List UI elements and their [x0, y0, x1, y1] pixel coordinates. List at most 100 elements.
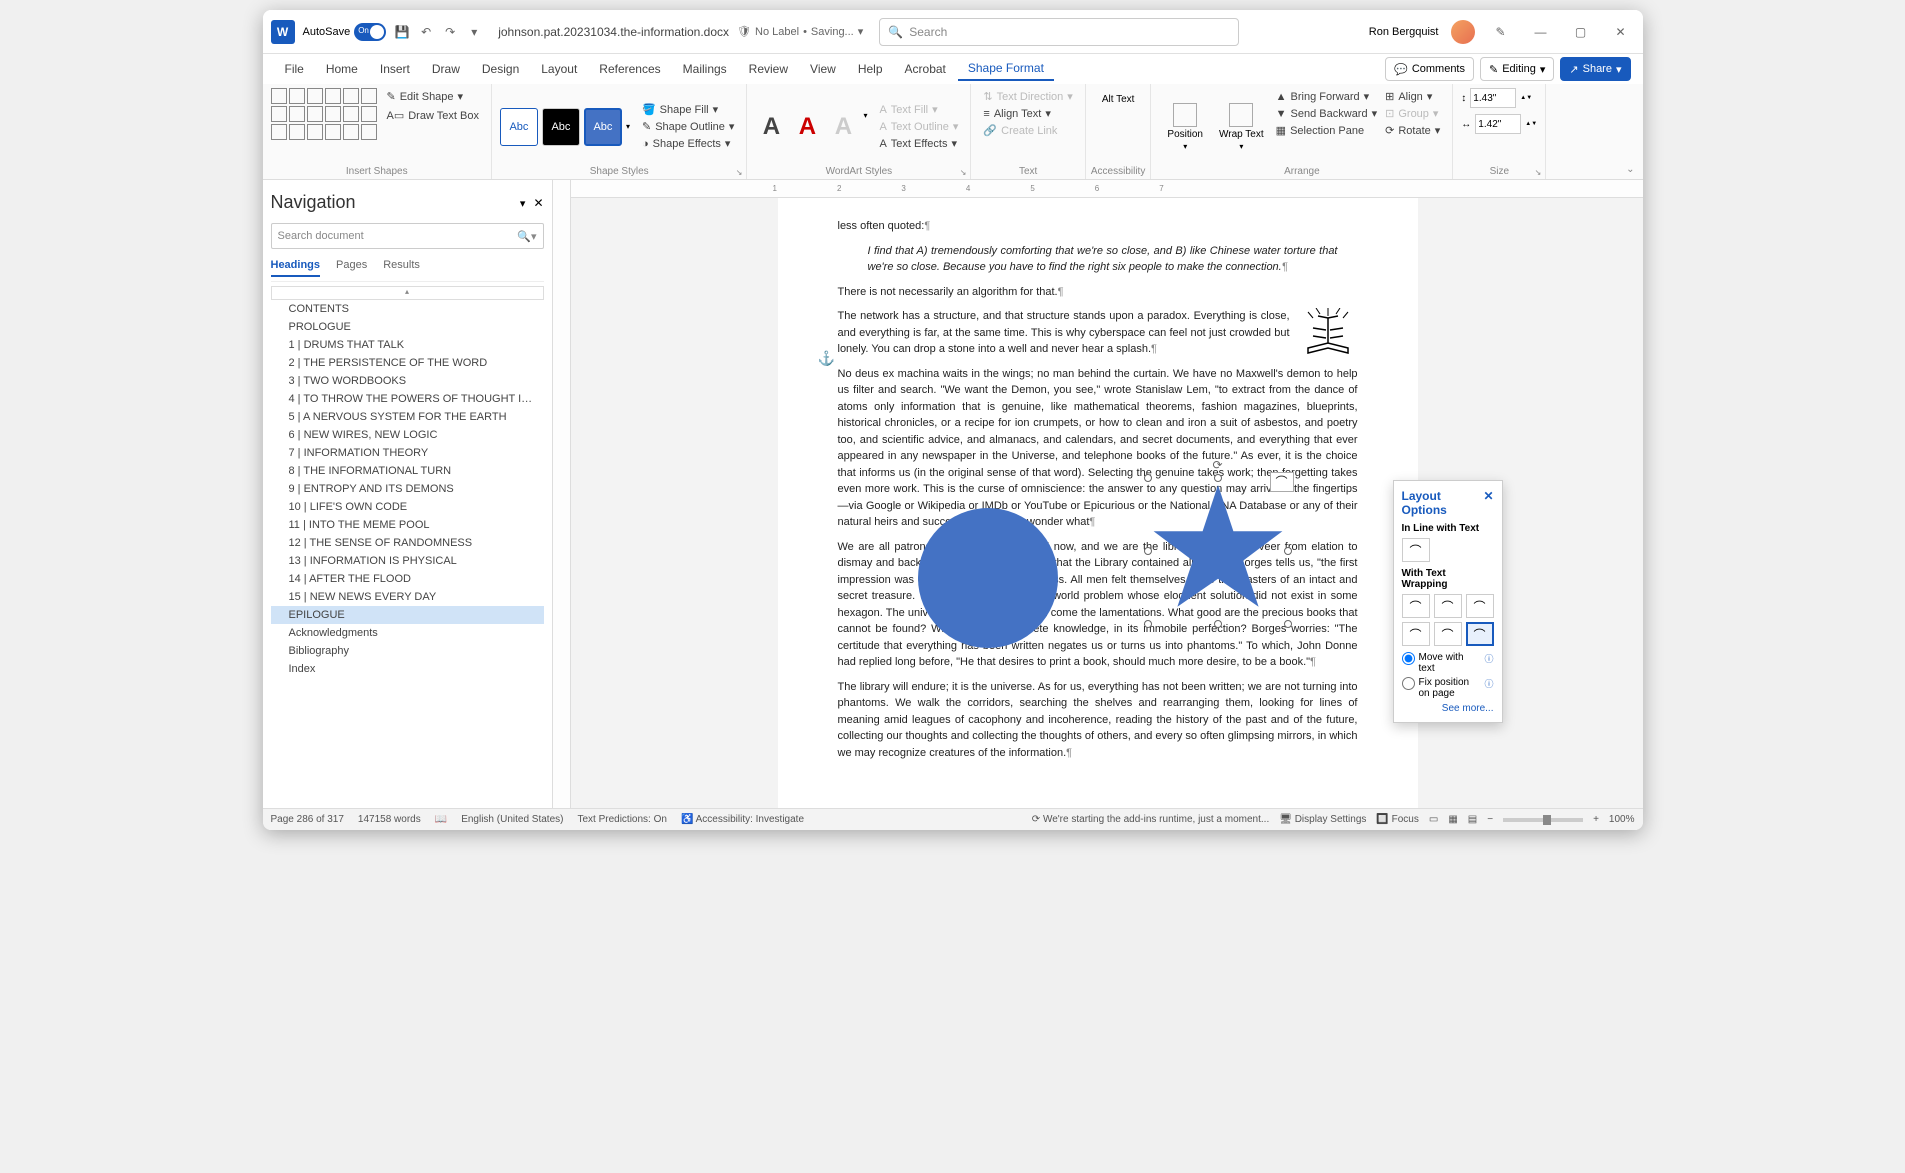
sensitivity-label[interactable]: 🛡 No Label • Saving... ▾	[737, 25, 863, 38]
nav-tab-headings[interactable]: Headings	[271, 259, 321, 277]
search-input[interactable]: 🔍 Search	[879, 18, 1239, 46]
layout-square[interactable]: ⌒	[1402, 594, 1430, 618]
read-mode-icon[interactable]: ▭	[1429, 814, 1438, 825]
qat-dropdown-icon[interactable]: ▾	[466, 24, 482, 40]
minimize-button[interactable]: —	[1527, 18, 1555, 46]
nav-tab-pages[interactable]: Pages	[336, 259, 367, 277]
predictions-status[interactable]: Text Predictions: On	[577, 814, 666, 825]
see-more-link[interactable]: See more...	[1402, 703, 1494, 714]
tab-references[interactable]: References	[589, 58, 670, 80]
nav-close-icon[interactable]: ✕	[533, 196, 543, 210]
draw-text-box-button[interactable]: A▭Draw Text Box	[383, 107, 483, 124]
pen-icon[interactable]: ✎	[1487, 18, 1515, 46]
zoom-in-icon[interactable]: +	[1593, 814, 1599, 825]
bring-forward-button[interactable]: ▲Bring Forward ▾	[1272, 88, 1381, 105]
avatar[interactable]	[1451, 20, 1475, 44]
wordart-launcher-icon[interactable]: ↘	[960, 168, 967, 177]
layout-through[interactable]: ⌒	[1466, 594, 1494, 618]
align-text-button[interactable]: ≡Align Text ▾	[979, 105, 1076, 122]
nav-item[interactable]: Acknowledgments	[271, 624, 544, 642]
nav-scroll-up[interactable]: ▴	[271, 286, 544, 300]
nav-item[interactable]: 15 | NEW NEWS EVERY DAY	[271, 588, 544, 606]
rotate-button[interactable]: ⟳Rotate ▾	[1381, 122, 1444, 139]
paragraph-quote[interactable]: I find that A) tremendously comforting t…	[868, 243, 1338, 276]
ribbon-collapse-icon[interactable]: ⌄	[1626, 164, 1634, 175]
nav-item[interactable]: 3 | TWO WORDBOOKS	[271, 372, 544, 390]
print-layout-icon[interactable]: ▦	[1448, 814, 1457, 825]
undo-icon[interactable]: ↶	[418, 24, 434, 40]
editing-button[interactable]: ✎ Editing ▾	[1480, 57, 1554, 81]
nav-item[interactable]: 5 | A NERVOUS SYSTEM FOR THE EARTH	[271, 408, 544, 426]
nav-item[interactable]: 6 | NEW WIRES, NEW LOGIC	[271, 426, 544, 444]
layout-front-selected[interactable]: ⌒	[1466, 622, 1494, 646]
selection-pane-button[interactable]: ▦Selection Pane	[1272, 122, 1381, 139]
text-effects-button[interactable]: AText Effects ▾	[875, 135, 962, 152]
paragraph[interactable]: less often quoted:	[838, 218, 1358, 235]
nav-item-selected[interactable]: EPILOGUE	[271, 606, 544, 624]
save-icon[interactable]: 💾	[394, 24, 410, 40]
page-status[interactable]: Page 286 of 317	[271, 814, 344, 825]
shapes-gallery[interactable]	[271, 88, 377, 140]
maximize-button[interactable]: ▢	[1567, 18, 1595, 46]
shape-styles-launcher-icon[interactable]: ↘	[736, 168, 743, 177]
width-spinner[interactable]: ▲▼	[1525, 121, 1537, 127]
shape-outline-button[interactable]: ✎Shape Outline ▾	[638, 118, 738, 135]
paragraph[interactable]: The library will endure; it is the unive…	[838, 679, 1358, 762]
accessibility-status[interactable]: ♿ Accessibility: Investigate	[681, 814, 804, 825]
redo-icon[interactable]: ↷	[442, 24, 458, 40]
edit-shape-button[interactable]: ✎Edit Shape ▾	[383, 88, 483, 105]
align-button[interactable]: ⊞Align ▾	[1381, 88, 1444, 105]
close-icon[interactable]: ✕	[1483, 489, 1493, 517]
info-icon[interactable]: ⓘ	[1484, 652, 1493, 665]
height-spinner[interactable]: ▲▼	[1520, 95, 1532, 101]
paragraph[interactable]: The network has a structure, and that st…	[838, 308, 1358, 358]
nav-item[interactable]: 2 | THE PERSISTENCE OF THE WORD	[271, 354, 544, 372]
move-with-text-radio[interactable]: Move with text ⓘ	[1402, 652, 1494, 674]
nav-item[interactable]: 14 | AFTER THE FLOOD	[271, 570, 544, 588]
nav-item[interactable]: 7 | INFORMATION THEORY	[271, 444, 544, 462]
tab-design[interactable]: Design	[472, 58, 529, 80]
send-backward-button[interactable]: ▼Send Backward ▾	[1272, 105, 1381, 122]
size-launcher-icon[interactable]: ↘	[1535, 168, 1542, 177]
nav-item[interactable]: 9 | ENTROPY AND ITS DEMONS	[271, 480, 544, 498]
width-input[interactable]	[1475, 114, 1521, 134]
tab-insert[interactable]: Insert	[370, 58, 420, 80]
layout-behind[interactable]: ⌒	[1434, 622, 1462, 646]
info-icon[interactable]: ⓘ	[1484, 677, 1493, 690]
tab-draw[interactable]: Draw	[422, 58, 470, 80]
height-input[interactable]	[1470, 88, 1516, 108]
paragraph[interactable]: There is not necessarily an algorithm fo…	[838, 284, 1358, 301]
wordart-gallery[interactable]: AAA▾	[755, 111, 867, 143]
nav-item[interactable]: 12 | THE SENSE OF RANDOMNESS	[271, 534, 544, 552]
zoom-out-icon[interactable]: −	[1487, 814, 1493, 825]
shape-effects-button[interactable]: ◑Shape Effects ▾	[638, 135, 738, 152]
tab-layout[interactable]: Layout	[531, 58, 587, 80]
nav-item[interactable]: 1 | DRUMS THAT TALK	[271, 336, 544, 354]
nav-item[interactable]: 4 | TO THROW THE POWERS OF THOUGHT INTO.…	[271, 390, 544, 408]
shape-fill-button[interactable]: 🪣Shape Fill ▾	[638, 101, 738, 118]
page[interactable]: ⚓ less often quoted: I find that A) trem…	[778, 198, 1418, 808]
nav-tab-results[interactable]: Results	[383, 259, 420, 277]
nav-item[interactable]: Index	[271, 660, 544, 678]
nav-item[interactable]: 13 | INFORMATION IS PHYSICAL	[271, 552, 544, 570]
position-button[interactable]: Position▾	[1159, 88, 1211, 165]
nav-item[interactable]: Bibliography	[271, 642, 544, 660]
shape-style-gallery[interactable]: Abc Abc Abc ▾	[500, 108, 630, 146]
focus-button[interactable]: 🔲 Focus	[1376, 814, 1418, 825]
share-button[interactable]: ↗ Share ▾	[1560, 57, 1630, 81]
tab-home[interactable]: Home	[316, 58, 368, 80]
comments-button[interactable]: 💬 Comments	[1385, 57, 1474, 81]
tab-view[interactable]: View	[800, 58, 846, 80]
rotate-handle-icon[interactable]: ⟳	[1212, 456, 1222, 474]
wrap-text-button[interactable]: Wrap Text▾	[1211, 88, 1272, 165]
language-status[interactable]: English (United States)	[461, 814, 563, 825]
web-layout-icon[interactable]: ▤	[1468, 814, 1477, 825]
nav-item[interactable]: CONTENTS	[271, 300, 544, 318]
tab-mailings[interactable]: Mailings	[673, 58, 737, 80]
circle-shape[interactable]	[918, 508, 1058, 648]
nav-dropdown-icon[interactable]: ▾	[520, 198, 526, 210]
tab-acrobat[interactable]: Acrobat	[895, 58, 956, 80]
user-name[interactable]: Ron Bergquist	[1369, 26, 1439, 38]
alt-text-button[interactable]: Alt Text	[1094, 88, 1143, 109]
close-button[interactable]: ✕	[1607, 18, 1635, 46]
